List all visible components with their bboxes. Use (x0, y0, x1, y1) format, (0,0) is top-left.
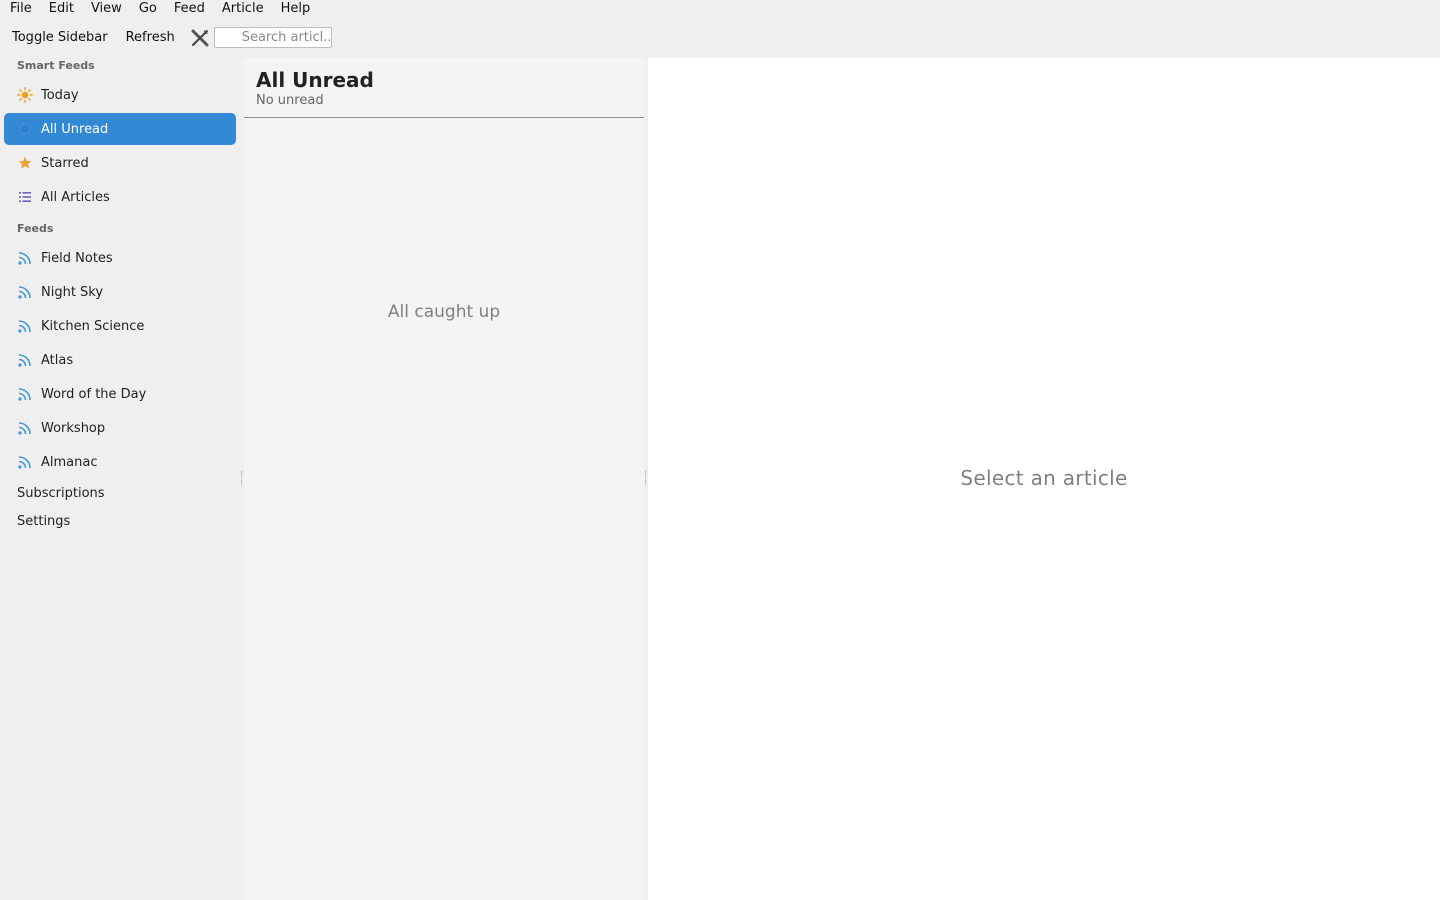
menu-view[interactable]: View (81, 0, 129, 17)
sidebar-item-workshop[interactable]: Workshop (4, 412, 236, 444)
sidebar-item-label: Word of the Day (41, 386, 147, 402)
sidebar-item-label: Atlas (41, 352, 74, 368)
rss-icon (17, 386, 33, 402)
rss-icon (17, 352, 33, 368)
unread-count-label: No unread (256, 93, 324, 108)
sidebar-item-label: Today (41, 87, 79, 103)
star-icon (17, 155, 33, 171)
sidebar-item-label: Kitchen Science (41, 318, 145, 334)
wrench-screwdriver-icon[interactable] (189, 27, 211, 49)
toggle-sidebar-button[interactable]: Toggle Sidebar (6, 28, 114, 48)
smart-feeds-header: Smart Feeds (17, 59, 95, 72)
rss-icon (17, 250, 33, 266)
reader-pane: Select an article (648, 58, 1440, 900)
sidebar-item-starred[interactable]: Starred (4, 147, 236, 179)
sidebar-item-word-of-the-day[interactable]: Word of the Day (4, 378, 236, 410)
sidebar-item-all-articles[interactable]: All Articles (4, 181, 236, 213)
menu-go[interactable]: Go (129, 0, 164, 17)
feeds-header: Feeds (17, 222, 54, 235)
menu-file[interactable]: File (0, 0, 39, 17)
rss-icon (17, 420, 33, 436)
article-list-pane: All Unread No unread All caught up (244, 58, 644, 900)
sidebar-item-today[interactable]: Today (4, 79, 236, 111)
sidebar-item-label: Night Sky (41, 284, 104, 300)
rss-icon (17, 318, 33, 334)
sidebar: Smart Feeds Today All Unread Starred All… (0, 58, 240, 900)
rss-icon (17, 284, 33, 300)
sidebar-item-field-notes[interactable]: Field Notes (4, 242, 236, 274)
sidebar-item-label: Field Notes (41, 250, 113, 266)
menu-edit[interactable]: Edit (39, 0, 81, 17)
sidebar-item-kitchen-science[interactable]: Kitchen Science (4, 310, 236, 342)
sun-icon (17, 87, 33, 103)
menubar: File Edit View Go Feed Article Help (0, 0, 1440, 17)
empty-list-message: All caught up (387, 302, 501, 322)
sidebar-item-label: Workshop (41, 420, 106, 436)
sidebar-item-label: All Articles (41, 189, 110, 205)
list-icon (17, 189, 33, 205)
menu-feed[interactable]: Feed (164, 0, 212, 17)
subscriptions-link[interactable]: Subscriptions (17, 486, 105, 501)
sidebar-item-all-unread[interactable]: All Unread (4, 113, 236, 145)
sidebar-item-atlas[interactable]: Atlas (4, 344, 236, 376)
sidebar-item-label: All Unread (41, 121, 109, 137)
menu-article[interactable]: Article (212, 0, 271, 17)
menu-help[interactable]: Help (271, 0, 318, 17)
search-input[interactable] (213, 27, 332, 48)
page-title: All Unread (256, 68, 374, 92)
sidebar-item-label: Starred (41, 155, 89, 171)
rss-icon (17, 454, 33, 470)
unread-dot-icon (17, 121, 33, 137)
refresh-button[interactable]: Refresh (120, 28, 181, 48)
article-list-header: All Unread No unread (244, 58, 644, 118)
sidebar-item-night-sky[interactable]: Night Sky (4, 276, 236, 308)
sidebar-item-almanac[interactable]: Almanac (4, 446, 236, 478)
reader-empty-message: Select an article (960, 466, 1128, 490)
sidebar-item-label: Almanac (41, 454, 98, 470)
settings-link[interactable]: Settings (17, 514, 70, 529)
toolbar: Toggle Sidebar Refresh (0, 17, 1440, 58)
